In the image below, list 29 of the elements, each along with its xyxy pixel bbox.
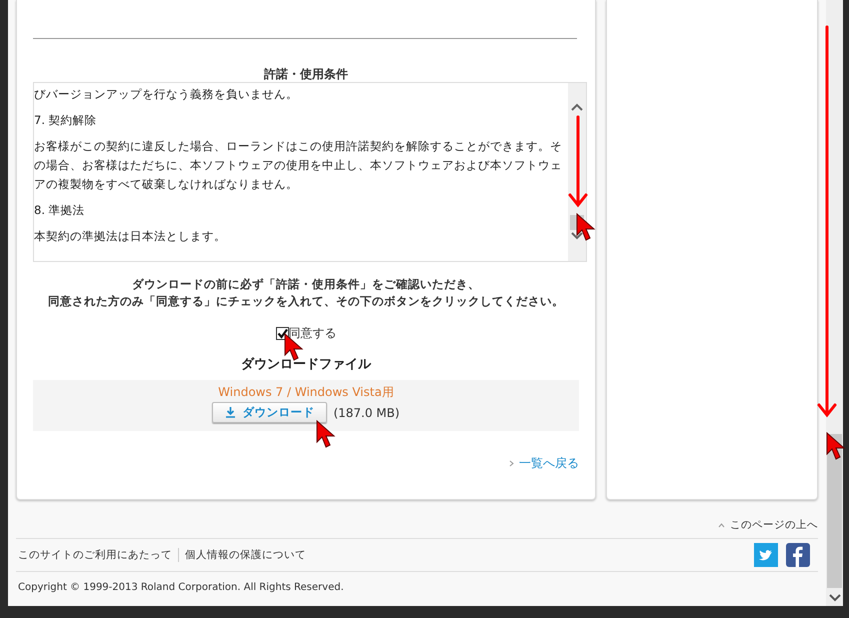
f-logo-icon[interactable] [786,543,810,567]
footer-link[interactable]: このサイトのご利用にあたって [18,548,179,562]
footer-link[interactable]: 個人情報の保護について [185,548,312,562]
cursor-icon [576,213,598,243]
terms-text-box[interactable]: びバージョンアップを行なう義務を負いません。 7. 契約解除 お客様がこの契約に違反した場合、ローランドはこの使用許諾契約を解除することができます。その場合、お客様はただちに、本ソフトウェアの使用を中止し、本ソフトウェアおよび本ソフトウェアの複製物をすべて破棄しなければなりません。 8. 準拠法 本契約の準拠法は日本法とします。 [33,82,587,262]
notice-text: ダウンロードの前に必ず「許諾・使用条件」をご確認いただき、 [132,276,480,293]
chevron-up-icon [718,522,725,528]
checkmark-icon [276,328,288,339]
terms-title: 許諾・使用条件 [264,66,348,82]
chevron-right-icon [509,460,514,467]
scroll-down-icon[interactable] [828,594,840,602]
copyright-text: Copyright © 1999-2013 Roland Corporation. All Rights Reserved. [17,581,345,593]
page-top-link[interactable]: このページの上へ [718,518,818,532]
download-icon [225,407,236,418]
terms-paragraph: びバージョンアップを行なう義務を負いません。 [34,86,299,103]
notice-text: 同意された方のみ「同意する」にチェックを入れて、その下のボタンをクリックしてください。 [48,293,564,310]
back-to-list-link[interactable]: 一覧へ戻る [509,455,579,472]
scroll-down-icon[interactable] [571,232,583,240]
cursor-icon [826,432,848,462]
scroll-up-icon[interactable] [571,103,583,111]
bird-icon[interactable] [754,543,778,567]
scroll-thumb[interactable] [827,434,842,588]
terms-paragraph: お客様がこの契約に違反した場合、ローランドはこの使用許諾契約を解除することができます。その場合、お客様はただちに、本ソフトウェアの使用を中止し、本ソフトウェアおよび本ソフトウェアの複製物をすべて破棄しなければなりません。 [34,138,563,193]
download-title: ダウンロードファイル [241,356,371,374]
cursor-icon [316,420,338,450]
terms-paragraph: 本契約の準拠法は日本法とします。 [34,228,227,245]
file-size: (187.0 MB) [333,406,400,420]
terms-paragraph: 7. 契約解除 [34,112,98,129]
terms-paragraph: 8. 準拠法 [34,202,86,219]
